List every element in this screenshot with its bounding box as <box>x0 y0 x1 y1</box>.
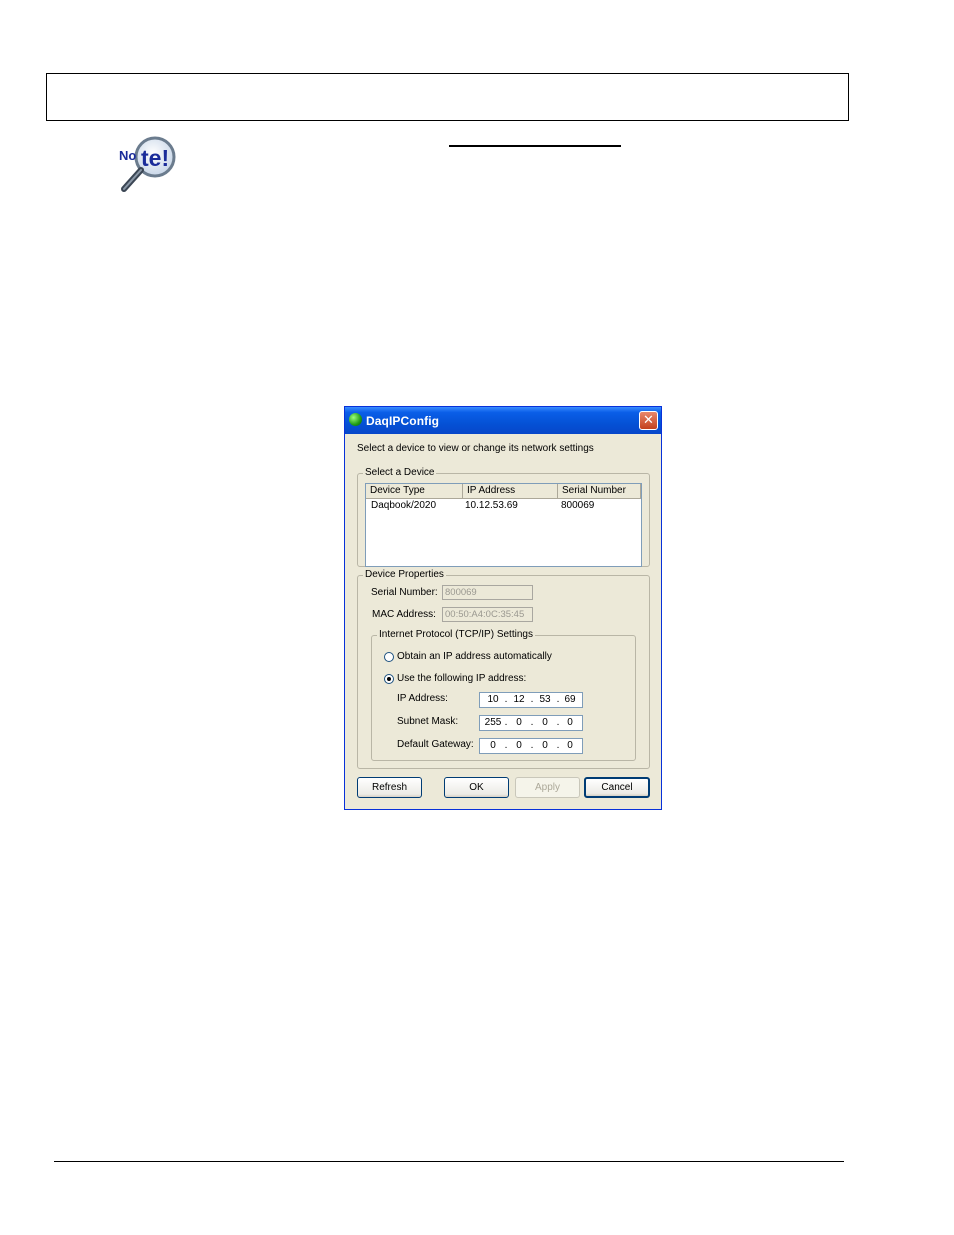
ip-dot: . <box>530 694 534 705</box>
tcpip-settings-group-label: Internet Protocol (TCP/IP) Settings <box>377 629 535 640</box>
heading-underline <box>449 145 621 147</box>
subnet-octet-1: 255 <box>484 717 502 728</box>
column-header-ip-address[interactable]: IP Address <box>463 484 558 498</box>
ip-octet-1: 10 <box>487 694 499 705</box>
gateway-octet-3: 0 <box>542 740 548 751</box>
ip-dot: . <box>504 740 508 751</box>
gateway-octet-2: 0 <box>516 740 522 751</box>
column-header-serial-number[interactable]: Serial Number <box>558 484 641 498</box>
gateway-octet-4: 0 <box>567 740 573 751</box>
row-serial-number: 800069 <box>561 500 595 511</box>
device-properties-group: Device Properties Serial Number: 800069 … <box>357 569 650 769</box>
ok-button[interactable]: OK <box>444 777 509 798</box>
instruction-text: Select a device to view or change its ne… <box>357 443 594 454</box>
ip-address-label: IP Address: <box>397 693 448 704</box>
title-bar[interactable]: DaqIPConfig ✕ <box>345 407 661 434</box>
radio-use-following-ip-label[interactable]: Use the following IP address: <box>397 673 526 684</box>
row-device-type: Daqbook/2020 <box>371 500 437 511</box>
refresh-button[interactable]: Refresh <box>357 777 422 798</box>
gateway-octet-1: 0 <box>490 740 496 751</box>
close-icon[interactable]: ✕ <box>639 411 658 430</box>
column-header-device-type[interactable]: Device Type <box>366 484 463 498</box>
ip-dot: . <box>530 717 534 728</box>
radio-obtain-automatically-label[interactable]: Obtain an IP address automatically <box>397 651 552 662</box>
subnet-octet-4: 0 <box>567 717 573 728</box>
mac-address-label: MAC Address: <box>372 609 436 620</box>
ip-octet-4: 69 <box>564 694 576 705</box>
device-list[interactable]: Device Type IP Address Serial Number Daq… <box>365 483 642 567</box>
note-magnifier-icon: No te! <box>119 136 176 192</box>
ip-octet-2: 12 <box>513 694 525 705</box>
radio-obtain-automatically[interactable] <box>384 652 394 662</box>
select-device-group: Select a Device Device Type IP Address S… <box>357 467 650 567</box>
default-gateway-label: Default Gateway: <box>397 739 474 750</box>
daqipconfig-dialog: DaqIPConfig ✕ Select a device to view or… <box>344 406 662 810</box>
radio-use-following-ip[interactable] <box>384 674 394 684</box>
apply-button[interactable]: Apply <box>515 777 580 798</box>
app-icon <box>349 413 362 426</box>
cancel-button[interactable]: Cancel <box>584 777 650 798</box>
ip-dot: . <box>504 694 508 705</box>
ip-address-input[interactable]: 10 . 12 . 53 . 69 <box>479 692 583 708</box>
ip-octet-3: 53 <box>539 694 551 705</box>
subnet-mask-input[interactable]: 255 . 0 . 0 . 0 <box>479 715 583 731</box>
mac-address-field: 00:50:A4:0C:35:45 <box>442 607 533 622</box>
subnet-octet-3: 0 <box>542 717 548 728</box>
serial-number-label: Serial Number: <box>371 587 438 598</box>
select-device-group-label: Select a Device <box>363 467 437 478</box>
device-list-header: Device Type IP Address Serial Number <box>366 484 641 499</box>
footer-rule <box>54 1161 844 1162</box>
device-properties-group-label: Device Properties <box>363 569 446 580</box>
serial-number-field: 800069 <box>442 585 533 600</box>
subnet-octet-2: 0 <box>516 717 522 728</box>
subnet-mask-label: Subnet Mask: <box>397 716 459 727</box>
svg-text:No: No <box>119 148 136 163</box>
svg-text:te!: te! <box>141 145 169 171</box>
row-ip-address: 10.12.53.69 <box>465 500 518 511</box>
ip-dot: . <box>504 717 508 728</box>
ip-dot: . <box>530 740 534 751</box>
window-title: DaqIPConfig <box>366 414 440 428</box>
default-gateway-input[interactable]: 0 . 0 . 0 . 0 <box>479 738 583 754</box>
tcpip-settings-group: Internet Protocol (TCP/IP) Settings Obta… <box>371 629 636 761</box>
page-header-box <box>46 73 849 121</box>
